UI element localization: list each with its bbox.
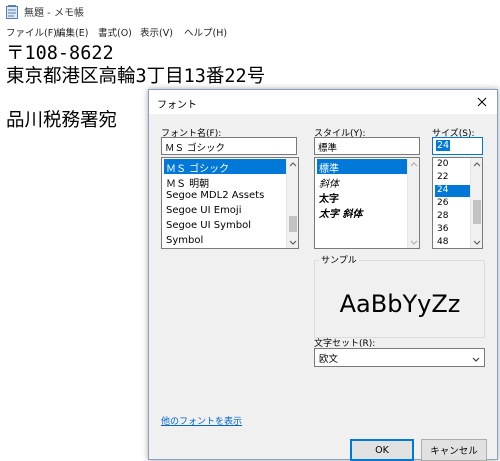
style-list-scrollbar[interactable] xyxy=(407,158,419,248)
menu-edit[interactable]: 編集(E) xyxy=(56,25,88,39)
close-icon[interactable] xyxy=(473,93,491,111)
font-list-item[interactable]: ＭＳ ゴシック xyxy=(164,159,286,175)
size-list[interactable]: 20 22 24 26 28 36 48 xyxy=(432,157,483,249)
chevron-down-icon[interactable] xyxy=(287,236,298,248)
window-titlebar: 無題 - メモ帳 xyxy=(0,0,500,22)
size-list-item[interactable]: 26 xyxy=(435,198,470,210)
chevron-down-icon[interactable] xyxy=(408,236,419,248)
style-input[interactable]: 標準 xyxy=(314,137,420,155)
font-list-item[interactable]: Symbol xyxy=(164,234,286,248)
size-list-item[interactable]: 48 xyxy=(435,237,470,248)
style-list-item[interactable]: 太字 斜体 xyxy=(317,204,407,220)
size-list-item[interactable]: 22 xyxy=(435,172,470,184)
chevron-up-icon[interactable] xyxy=(287,158,298,170)
chevron-down-icon xyxy=(472,354,480,365)
charset-select[interactable]: 欧文 xyxy=(314,348,485,367)
menu-file[interactable]: ファイル(F) xyxy=(6,25,57,39)
menu-help[interactable]: ヘルプ(H) xyxy=(184,25,227,39)
style-list-item[interactable]: 太字 xyxy=(317,189,407,205)
font-list-item[interactable]: Segoe MDL2 Assets xyxy=(164,189,286,204)
document-line: 品川税務署宛 xyxy=(6,110,118,131)
chevron-up-icon[interactable] xyxy=(408,158,419,170)
size-list-item[interactable]: 28 xyxy=(435,211,470,223)
scroll-thumb[interactable] xyxy=(289,216,297,232)
size-input-value: 24 xyxy=(436,140,451,151)
charset-value: 欧文 xyxy=(319,354,339,365)
font-list-item[interactable]: Segoe UI Emoji xyxy=(164,204,286,219)
notepad-icon xyxy=(6,4,18,19)
more-fonts-link[interactable]: 他のフォントを表示 xyxy=(161,414,242,427)
style-list-item[interactable]: 斜体 xyxy=(317,174,407,190)
size-list-item[interactable]: 36 xyxy=(435,224,470,236)
sample-preview: AaBbYyZz xyxy=(319,275,481,333)
font-list-scrollbar[interactable] xyxy=(286,158,298,248)
menu-bar: ファイル(F) 編集(E) 書式(O) 表示(V) ヘルプ(H) xyxy=(0,22,500,40)
ok-button[interactable]: OK xyxy=(350,439,414,461)
scroll-thumb[interactable] xyxy=(473,200,481,224)
style-list[interactable]: 標準 斜体 太字 太字 斜体 xyxy=(314,157,420,249)
style-list-item[interactable]: 標準 xyxy=(317,159,407,175)
dialog-title: フォント xyxy=(157,100,197,111)
font-name-list[interactable]: ＭＳ ゴシック ＭＳ 明朝 Segoe MDL2 Assets Segoe UI… xyxy=(161,157,299,249)
window-title: 無題 - メモ帳 xyxy=(24,8,84,19)
font-list-item[interactable]: Segoe UI Symbol xyxy=(164,219,286,234)
cancel-button[interactable]: キャンセル xyxy=(421,439,487,461)
menu-format[interactable]: 書式(O) xyxy=(98,25,132,39)
font-list-item[interactable]: ＭＳ 明朝 xyxy=(164,174,286,190)
dialog-titlebar: フォント xyxy=(149,90,497,114)
size-list-item[interactable]: 20 xyxy=(435,159,470,171)
size-list-scrollbar[interactable] xyxy=(470,158,482,248)
document-line: 東京都港区高輪3丁目13番22号 xyxy=(6,66,266,87)
font-dialog: フォント フォント名(F): ＭＳ ゴシック ＭＳ ゴシック ＭＳ 明朝 Seg… xyxy=(148,89,498,461)
sample-label: サンプル xyxy=(319,253,359,266)
menu-view[interactable]: 表示(V) xyxy=(140,25,173,39)
size-list-item[interactable]: 24 xyxy=(435,185,470,197)
chevron-down-icon[interactable] xyxy=(471,236,482,248)
size-input[interactable]: 24 xyxy=(432,137,483,155)
chevron-up-icon[interactable] xyxy=(471,158,482,170)
font-name-input[interactable]: ＭＳ ゴシック xyxy=(161,137,297,155)
